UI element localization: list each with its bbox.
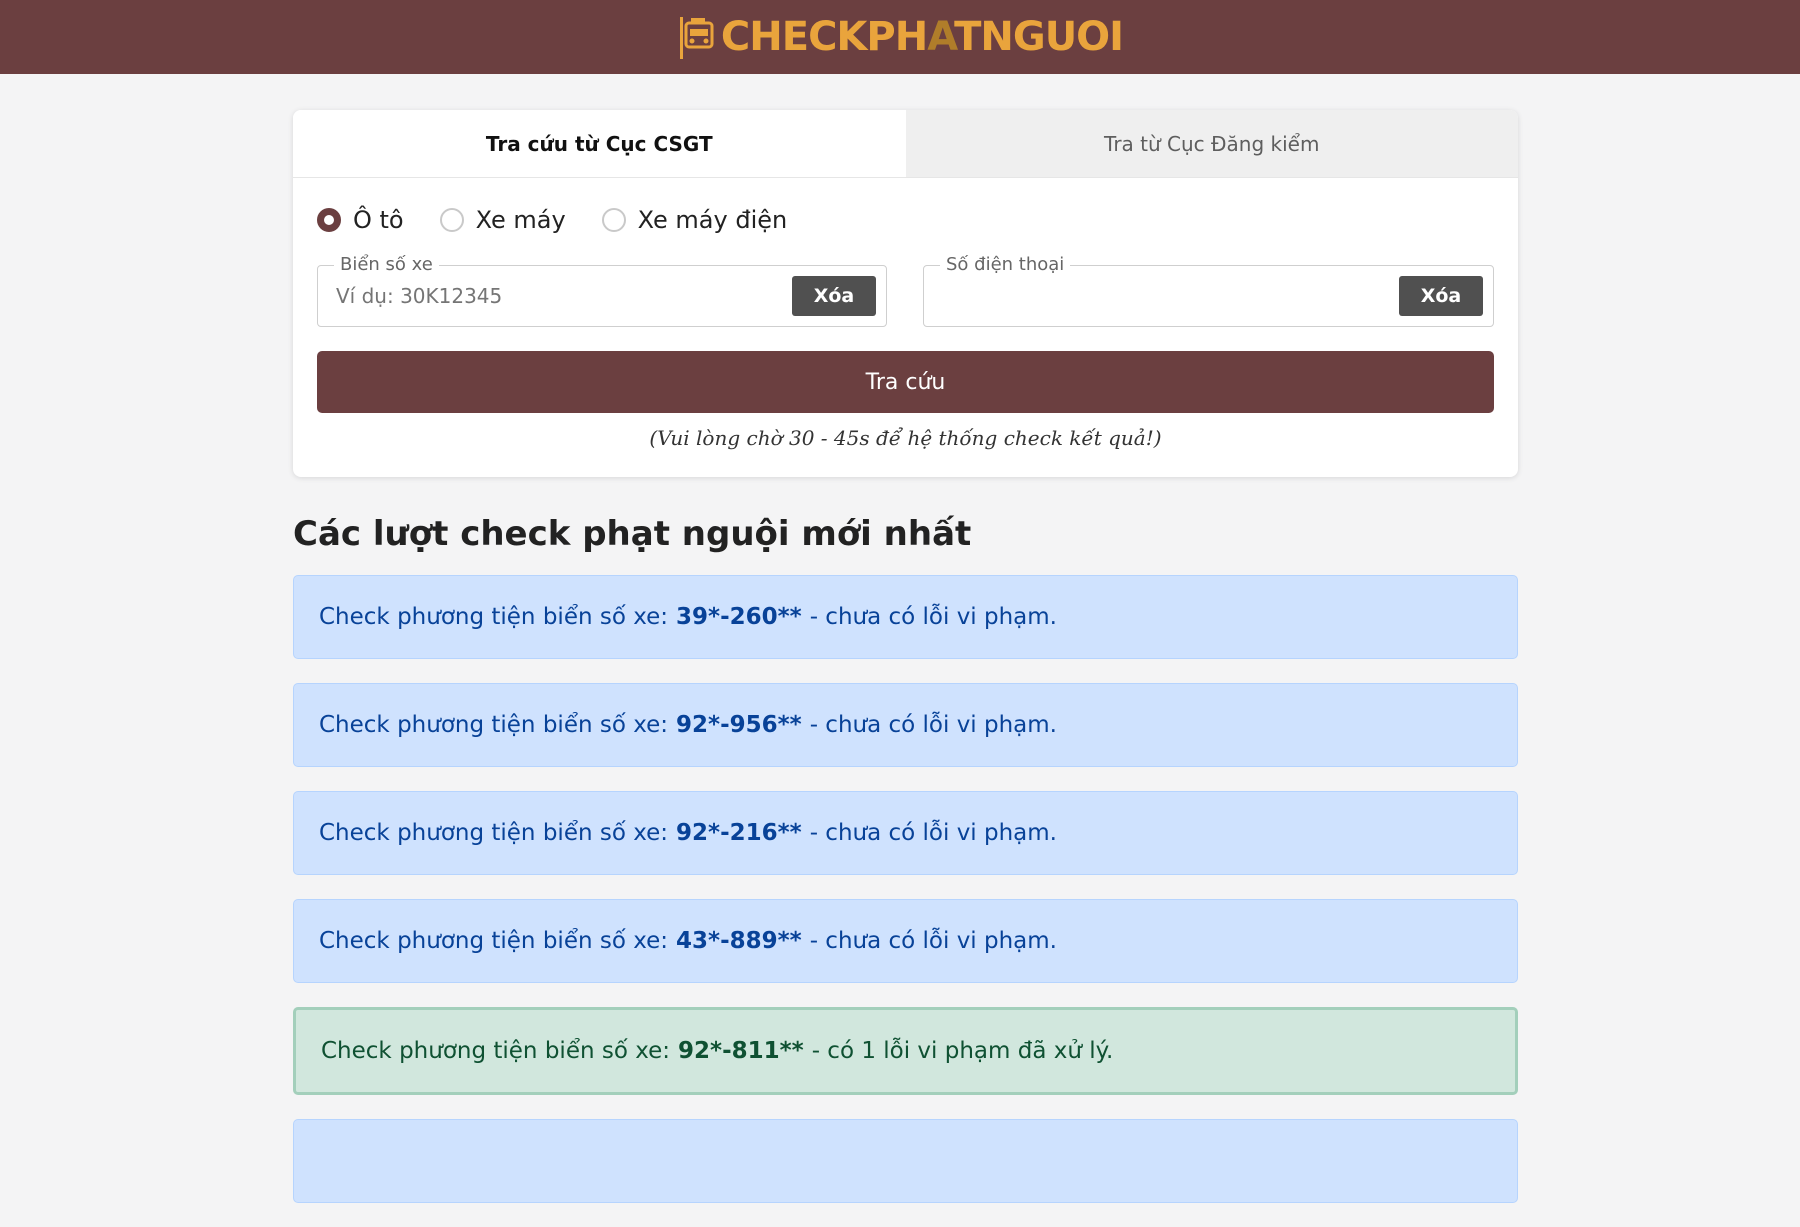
phone-field: Số điện thoại Xóa — [923, 254, 1494, 327]
check-result: - chưa có lỗi vi phạm. — [809, 820, 1057, 846]
plate-field: Biển số xe Xóa — [317, 254, 887, 327]
car-logo-icon — [679, 17, 714, 59]
check-prefix: Check phương tiện biển số xe: — [319, 928, 669, 954]
check-plate: 92*-956** — [676, 712, 802, 738]
radio-xe-may-button[interactable] — [439, 208, 464, 232]
list-item[interactable]: Check phương tiện biển số xe: 39*-260** … — [293, 575, 1518, 659]
recent-checks-list: Check phương tiện biển số xe: 39*-260** … — [293, 575, 1518, 1227]
check-prefix: Check phương tiện biển số xe: — [321, 1038, 671, 1064]
lookup-tabs: Tra cứu từ Cục CSGT Tra từ Cục Đăng kiểm — [293, 110, 1518, 178]
check-plate: 43*-889** — [676, 928, 802, 954]
plate-input[interactable] — [336, 284, 776, 308]
check-plate: 92*-811** — [678, 1038, 804, 1064]
wait-note: (Vui lòng chờ 30 - 45s để hệ thống check… — [649, 426, 1162, 450]
radio-xe-may-dien-label: Xe máy điện — [637, 206, 788, 234]
tab-dang-kiem[interactable]: Tra từ Cục Đăng kiểm — [905, 110, 1518, 177]
check-result: - có 1 lỗi vi phạm đã xử lý. — [811, 1038, 1114, 1064]
list-item[interactable]: Check phương tiện biển số xe: 92*-811** … — [293, 1007, 1518, 1095]
check-result: - chưa có lỗi vi phạm. — [809, 604, 1057, 630]
site-logo[interactable]: CHECKPHATNGUOI — [677, 13, 1124, 61]
check-prefix: Check phương tiện biển số xe: — [319, 820, 669, 846]
radio-oto[interactable]: Ô tô — [317, 206, 404, 234]
top-navbar: CHECKPHATNGUOI — [0, 0, 1800, 74]
check-prefix: Check phương tiện biển số xe: — [319, 604, 669, 630]
lookup-card: Tra cứu từ Cục CSGT Tra từ Cục Đăng kiểm… — [293, 110, 1518, 477]
radio-oto-button[interactable] — [317, 208, 341, 232]
radio-xe-may-dien[interactable]: Xe máy điện — [601, 206, 788, 234]
list-item[interactable] — [293, 1119, 1518, 1203]
check-prefix: Check phương tiện biển số xe: — [319, 712, 669, 738]
list-item[interactable]: Check phương tiện biển số xe: 92*-956** … — [293, 683, 1518, 767]
phone-field-legend: Số điện thoại — [940, 254, 1071, 275]
plate-clear-button[interactable]: Xóa — [792, 276, 876, 316]
check-plate: 92*-216** — [676, 820, 802, 846]
tab-csgt[interactable]: Tra cứu từ Cục CSGT — [293, 110, 906, 177]
logo-text: CHECKPHATNGUOI — [720, 14, 1124, 60]
radio-oto-label: Ô tô — [353, 206, 404, 234]
radio-xe-may-label: Xe máy — [475, 206, 566, 234]
check-result: - chưa có lỗi vi phạm. — [809, 928, 1057, 954]
recent-checks-title: Các lượt check phạt nguội mới nhất — [293, 514, 972, 554]
vehicle-type-group: Ô tô Xe máy Xe máy điện — [317, 206, 787, 234]
list-item[interactable]: Check phương tiện biển số xe: 92*-216** … — [293, 791, 1518, 875]
search-button[interactable]: Tra cứu — [317, 351, 1494, 413]
phone-clear-button[interactable]: Xóa — [1399, 276, 1483, 316]
check-plate: 39*-260** — [676, 604, 802, 630]
plate-field-legend: Biển số xe — [334, 254, 439, 275]
radio-xe-may-dien-button[interactable] — [601, 208, 626, 232]
radio-xe-may[interactable]: Xe máy — [439, 206, 566, 234]
check-result: - chưa có lỗi vi phạm. — [809, 712, 1057, 738]
phone-input[interactable] — [942, 284, 1382, 308]
list-item[interactable]: Check phương tiện biển số xe: 43*-889** … — [293, 899, 1518, 983]
